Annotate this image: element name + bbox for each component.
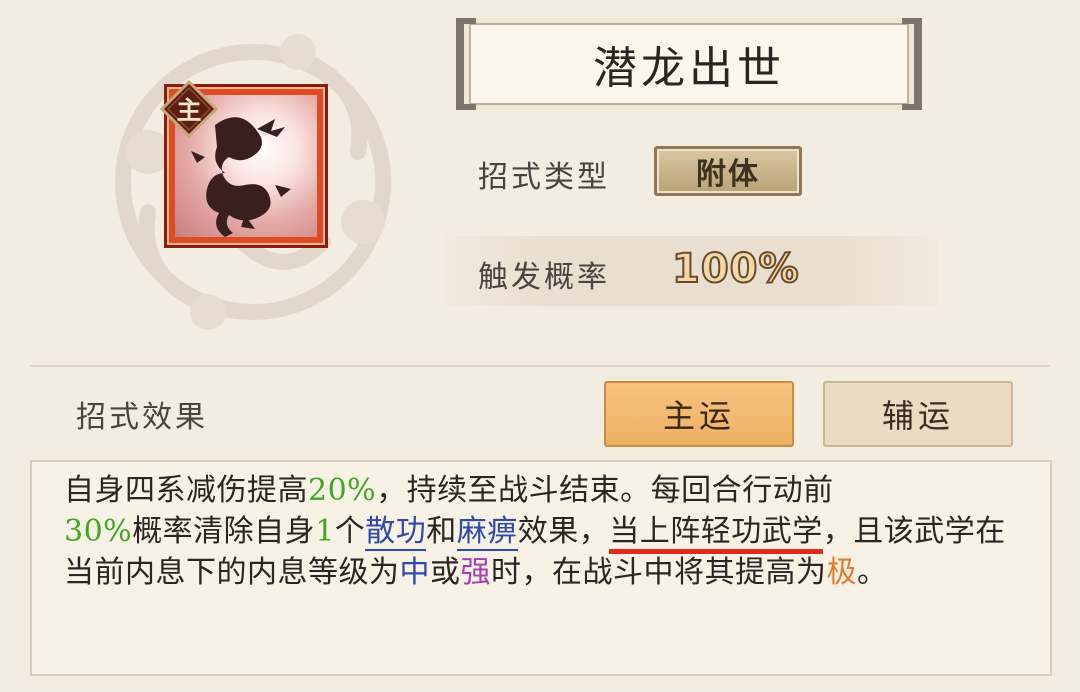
effect-value: 1 bbox=[315, 514, 335, 549]
type-label: 招式类型 bbox=[478, 160, 610, 195]
level-medium: 中 bbox=[399, 555, 430, 590]
effect-text-segment: 自身四系减伤提高 bbox=[64, 473, 308, 508]
effect-text-segment: 和 bbox=[426, 514, 457, 549]
main-badge-label: 主 bbox=[176, 96, 202, 125]
level-strong: 强 bbox=[460, 555, 491, 590]
effect-value: 20% bbox=[308, 473, 377, 508]
effect-text-segment: 概率清除自身 bbox=[132, 514, 316, 549]
effect-text-segment: 时，在战斗中将其提高为 bbox=[491, 555, 827, 590]
effect-value: 30% bbox=[64, 514, 133, 549]
section-divider bbox=[30, 365, 1050, 367]
effect-text-segment: 。 bbox=[857, 555, 888, 590]
keyword-link-sangong[interactable]: 散功 bbox=[365, 514, 427, 551]
type-badge: 附体 bbox=[654, 146, 802, 196]
effect-section-label: 招式效果 bbox=[76, 400, 208, 435]
annotated-condition: 当上阵轻功武学 bbox=[609, 514, 823, 554]
tab-main-cultivation[interactable]: 主运 bbox=[604, 381, 794, 447]
level-extreme: 极 bbox=[826, 555, 857, 590]
effect-description: 自身四系减伤提高20%，持续至战斗结束。每回合行动前 30%概率清除自身1个散功和… bbox=[64, 470, 1024, 593]
effect-text-segment: 效果， bbox=[517, 514, 610, 549]
probability-value: 100% bbox=[671, 245, 800, 293]
tab-aux-cultivation[interactable]: 辅运 bbox=[823, 381, 1013, 447]
effect-text-segment: 个 bbox=[334, 514, 366, 549]
effect-text-segment: ，持续至战斗结束。每回合行动前 bbox=[376, 473, 834, 508]
probability-label: 触发概率 bbox=[478, 260, 610, 295]
skill-title: 潜龙出世 bbox=[593, 43, 785, 94]
skill-detail-panel: 主 潜龙出世 招式类型 附体 触发概率 100% 招式效果 主运 辅运 自身四系… bbox=[0, 0, 1080, 692]
keyword-link-mabi[interactable]: 麻痹 bbox=[456, 514, 518, 551]
effect-text-segment: 或 bbox=[430, 555, 461, 590]
